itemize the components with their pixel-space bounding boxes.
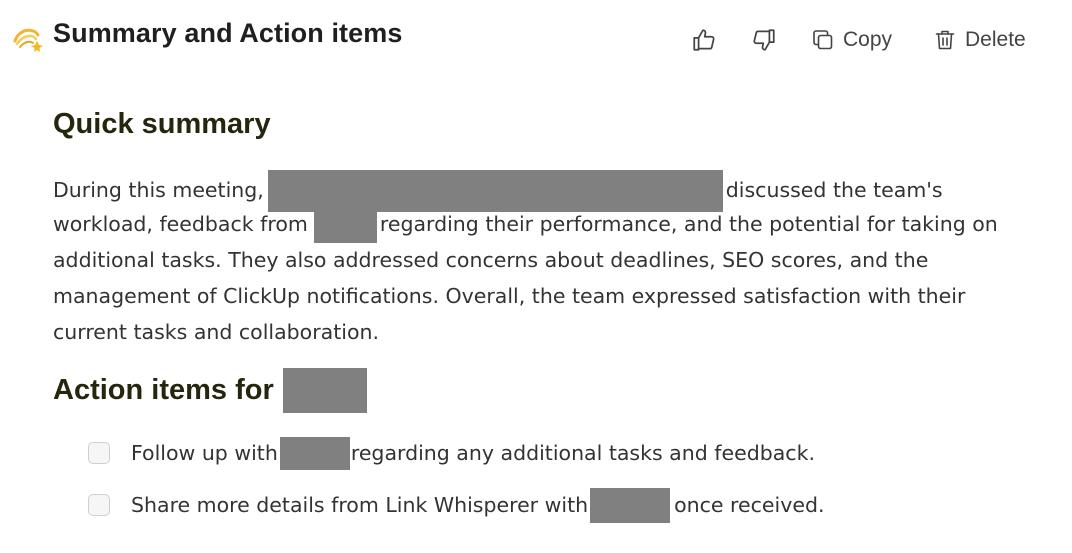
summary-line: additional tasks. They also addressed co… [53,248,929,272]
action-item-checkbox[interactable] [88,494,110,516]
action-item: Follow up with regarding any additional … [88,430,825,476]
action-item-text-segment: regarding any additional tasks and feedb… [350,441,815,465]
summary-line: workload, feedback from regarding their p… [53,206,1043,243]
summary-line: management of ClickUp notifications. Ove… [53,284,966,308]
copy-button[interactable]: Copy [811,25,892,55]
redacted-block [313,207,377,243]
redacted-block [282,368,367,413]
copy-toolbar: Copy [811,24,892,56]
action-item: Share more details from Link Whisperer w… [88,482,825,528]
summary-text-segment: discussed the team's [725,178,943,202]
action-item-text: Share more details from Link Whisperer w… [131,487,825,523]
summary-line: current tasks and collaboration. [53,320,379,344]
action-item-text-segment: Share more details from Link Whisperer w… [131,493,589,517]
page-title: Summary and Action items [53,18,403,48]
action-item-text-segment: once received. [674,493,825,517]
copy-label: Copy [843,28,893,51]
action-item-checkbox[interactable] [88,442,110,464]
summary-text-segment: regarding their performance, and the pot… [379,212,998,236]
action-item-text: Follow up with regarding any additional … [131,436,815,470]
thumbs-up-icon [691,27,717,53]
summary-text-segment: workload, feedback from [53,212,308,236]
action-items-heading-text: Action items for [53,374,274,406]
thumbs-down-button[interactable] [750,26,778,54]
dizzy-emoji-icon [10,20,44,54]
header: Summary and Action items Copy Delete [0,0,1072,80]
delete-label: Delete [965,28,1026,51]
delete-button[interactable]: Delete [933,25,1026,55]
action-items-heading: Action items for [53,368,367,413]
redacted-block [590,487,671,523]
summary-text: During this meeting, discussed the team's… [53,170,1043,350]
delete-toolbar: Delete [933,24,1026,56]
trash-icon [933,28,957,52]
like-toolbar [690,24,718,56]
dislike-toolbar [750,24,778,56]
action-item-text-segment: Follow up with [131,441,278,465]
redacted-block [279,436,350,470]
copy-icon [811,28,835,52]
thumbs-up-button[interactable] [690,26,718,54]
thumbs-down-icon [751,27,777,53]
quick-summary-heading: Quick summary [53,108,271,140]
summary-text-segment: During this meeting, [53,178,264,202]
summary-line: During this meeting, discussed the team's [53,170,1043,212]
action-items-list: Follow up with regarding any additional … [88,430,825,534]
